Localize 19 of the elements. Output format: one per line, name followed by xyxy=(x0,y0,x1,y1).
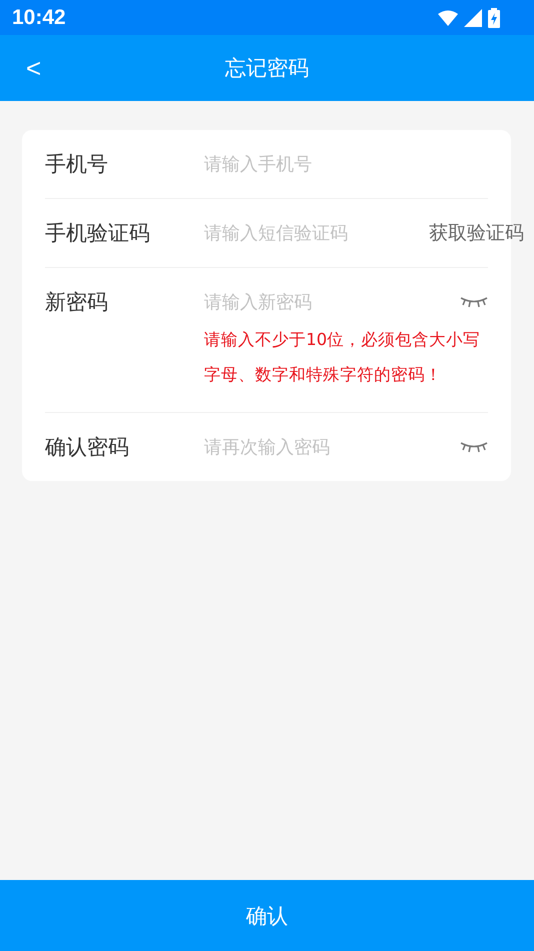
wifi-icon xyxy=(438,10,458,26)
field-label: 确认密码 xyxy=(45,434,130,461)
field-label: 手机号 xyxy=(45,151,109,178)
field-label: 新密码 xyxy=(45,289,109,316)
input-field[interactable]: 请再次输入密码 xyxy=(204,436,460,458)
page-title: 忘记密码 xyxy=(225,55,309,82)
eye-closed-icon[interactable] xyxy=(460,441,488,453)
input-field[interactable]: 请输入短信验证码 xyxy=(204,222,429,244)
confirm-button[interactable]: 确认 xyxy=(0,880,534,951)
back-button[interactable]: < xyxy=(22,53,46,84)
get-code-button[interactable]: 获取验证码 xyxy=(429,220,524,246)
eye-closed-icon[interactable] xyxy=(460,296,488,308)
field-label: 手机验证码 xyxy=(45,220,151,247)
battery-icon xyxy=(488,8,500,28)
status-time: 10:42 xyxy=(12,6,66,30)
input-field[interactable]: 请输入手机号 xyxy=(204,154,488,174)
input-field[interactable]: 请输入新密码 xyxy=(204,292,460,312)
password-hint: 请输入不少于10位，必须包含大小写字母、数字和特殊字符的密码！ xyxy=(204,329,481,386)
signal-icon xyxy=(464,8,482,26)
